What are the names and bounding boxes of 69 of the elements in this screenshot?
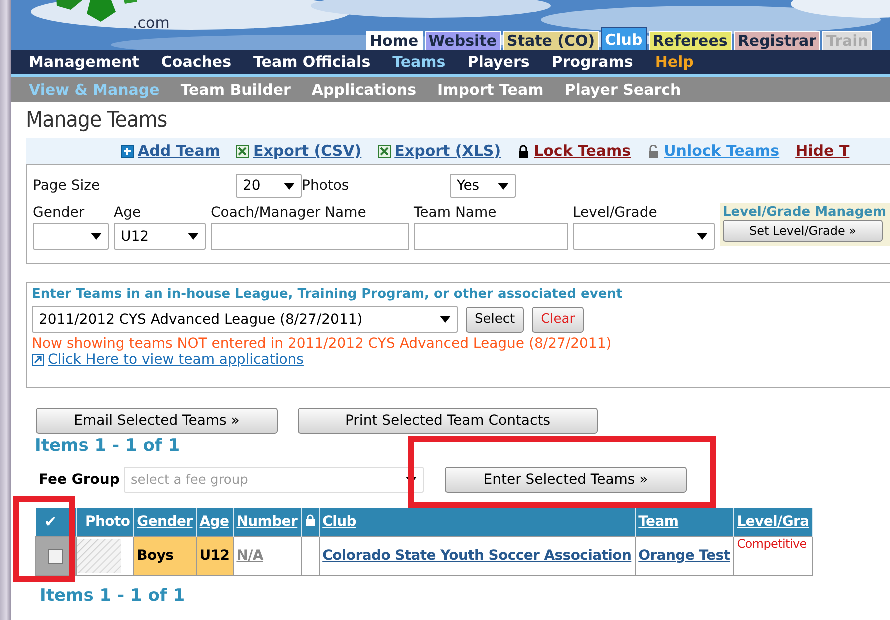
table-cell: Competitive: [737, 537, 807, 551]
input-field[interactable]: [211, 223, 409, 250]
table-cell: U12: [200, 548, 230, 564]
nav-link[interactable]: Team Officials: [254, 53, 371, 71]
spreadsheet-icon: [236, 144, 250, 158]
panel-heading: Enter Teams in an in-house League, Training Program, or other associated event: [32, 287, 624, 302]
action-link[interactable]: Export (XLS): [394, 142, 502, 160]
dropdown-arrow-icon: [91, 233, 102, 240]
photo-placeholder: [76, 539, 120, 573]
field-label: Team Name: [414, 205, 498, 221]
set-level-button[interactable]: Set Level/Grade »: [723, 220, 883, 242]
field-label: Photos: [302, 178, 350, 194]
checkbox[interactable]: [48, 548, 64, 564]
dropdown-arrow-icon: [498, 182, 509, 190]
tab[interactable]: Home: [366, 31, 423, 50]
nav-link[interactable]: Coaches: [161, 53, 232, 71]
action-link[interactable]: Lock Teams: [534, 142, 632, 160]
dropdown[interactable]: 20: [236, 174, 302, 198]
field-label: Level/Grade: [573, 205, 658, 221]
field-label: Fee Group: [39, 472, 121, 488]
plus-icon: [121, 144, 134, 158]
logo-text: .com: [133, 14, 170, 32]
column-header: Photo: [84, 514, 130, 530]
check-mark: ✔: [44, 513, 57, 531]
nav-link[interactable]: Programs: [552, 53, 634, 71]
input-field[interactable]: [414, 223, 568, 250]
tab[interactable]: Referees: [648, 31, 732, 50]
external-link-icon: [32, 354, 44, 366]
panel-title: Level/Grade Managem: [723, 205, 888, 220]
action-button[interactable]: Print Selected Team Contacts: [298, 408, 598, 434]
action-button[interactable]: Email Selected Teams »: [36, 408, 278, 434]
dropdown[interactable]: U12: [114, 223, 206, 250]
field-label: Gender: [33, 205, 86, 221]
dropdown-arrow-icon: [440, 316, 451, 323]
dropdown[interactable]: [573, 223, 715, 250]
field-label: Coach/Manager Name: [211, 205, 368, 221]
nav-link[interactable]: Teams: [392, 53, 446, 71]
dropdown[interactable]: Yes: [450, 174, 516, 198]
pager-text: Items 1 - 1 of 1: [35, 436, 182, 458]
page-title: Manage Teams: [26, 108, 168, 135]
tab[interactable]: State (CO): [503, 31, 600, 50]
notice-text: Now showing teams NOT entered in 2011/2012 CYS Advanced League (8/27/2011): [32, 336, 613, 352]
dropdown-arrow-icon: [188, 233, 199, 240]
action-link[interactable]: Hide T: [796, 142, 850, 160]
field-label: Age: [114, 205, 142, 221]
field-label: Page Size: [33, 178, 102, 194]
tab[interactable]: Registrar: [734, 31, 820, 50]
table-cell: Boys: [137, 548, 174, 564]
applications-link[interactable]: Click Here to view team applications: [48, 352, 304, 368]
dropdown-arrow-icon: [284, 182, 295, 190]
nav-link[interactable]: Management: [29, 53, 140, 71]
nav-link[interactable]: Help: [655, 53, 694, 71]
clear-button[interactable]: Clear: [532, 306, 584, 332]
action-link[interactable]: Add Team: [138, 142, 220, 160]
dropdown-arrow-icon: [697, 233, 708, 240]
lock-icon: [304, 514, 316, 526]
pager-text: Items 1 - 1 of 1: [40, 586, 186, 608]
spreadsheet-icon: [378, 144, 391, 158]
enter-teams-button[interactable]: Enter Selected Teams »: [445, 467, 687, 493]
dropdown[interactable]: [33, 223, 109, 250]
column-sort-link[interactable]: Club: [322, 514, 356, 530]
dropdown[interactable]: 2011/2012 CYS Advanced League (8/27/2011): [32, 306, 458, 333]
nav-link[interactable]: Players: [468, 53, 530, 71]
action-link[interactable]: Export (CSV): [253, 142, 362, 160]
tab[interactable]: Website: [424, 31, 502, 50]
lock-icon: [517, 144, 530, 158]
jersey-number-value[interactable]: N/A: [236, 548, 264, 564]
select-button[interactable]: Select: [466, 306, 524, 332]
unlock-icon: [647, 144, 660, 158]
